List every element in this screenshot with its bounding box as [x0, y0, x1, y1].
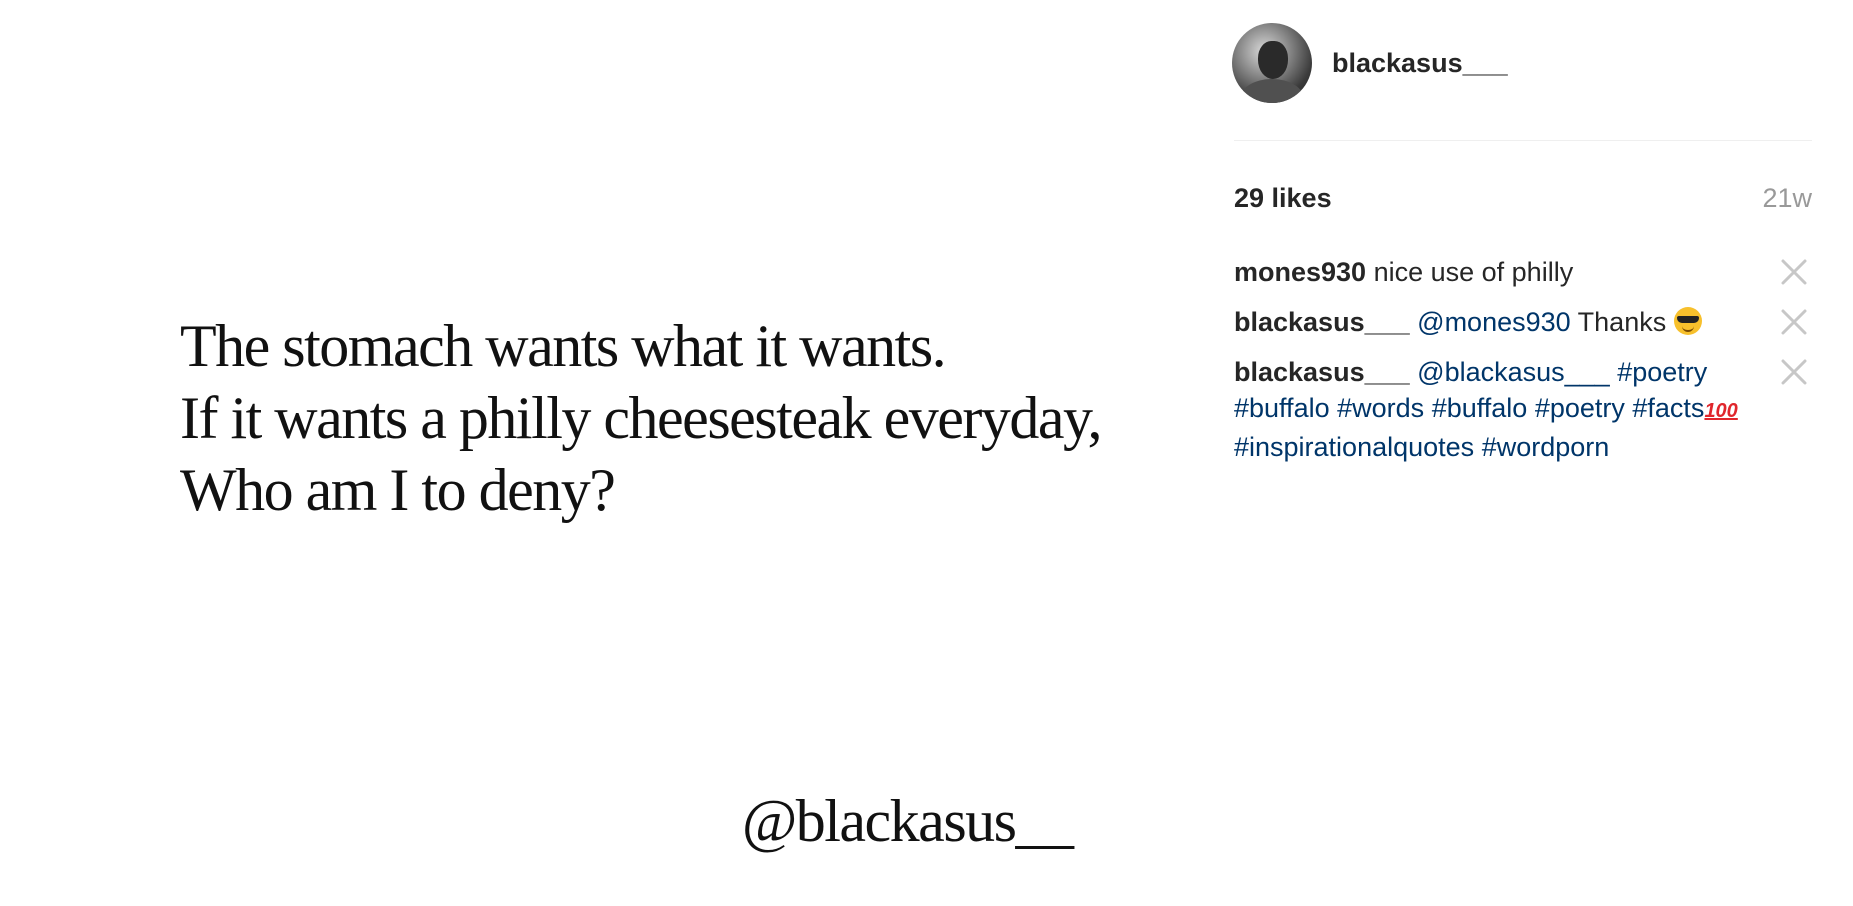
quote-line-2: If it wants a philly cheesesteak everyda…: [180, 385, 1103, 451]
post-sidebar: blackasus___ 29 likes 21w mones930 nice …: [1232, 0, 1812, 906]
hashtag-link[interactable]: #inspirationalquotes: [1234, 432, 1474, 462]
avatar-face: [1258, 41, 1288, 79]
hundred-points-emoji-icon: 100: [1704, 400, 1738, 422]
hashtag-link[interactable]: #buffalo: [1432, 393, 1528, 423]
avatar[interactable]: [1232, 23, 1312, 103]
quote-line-1: The stomach wants what it wants.: [180, 313, 947, 379]
likes-row: 29 likes 21w: [1234, 180, 1812, 216]
comment-list: mones930 nice use of philly blackasus___…: [1234, 254, 1812, 479]
hashtag-link[interactable]: #buffalo: [1234, 393, 1330, 423]
delete-comment-icon[interactable]: [1778, 306, 1810, 338]
comment-mention[interactable]: @mones930: [1417, 307, 1571, 337]
comment-mention[interactable]: @blackasus___: [1417, 357, 1610, 387]
post-image: The stomach wants what it wants. If it w…: [0, 0, 1210, 906]
comment-author[interactable]: blackasus___: [1234, 357, 1410, 387]
comment-item: mones930 nice use of philly: [1234, 254, 1812, 290]
image-watermark: @blackasus__: [742, 788, 1074, 854]
likes-count[interactable]: 29 likes: [1234, 183, 1332, 214]
hashtag-link[interactable]: #poetry: [1617, 357, 1707, 387]
hashtag-link[interactable]: #words: [1337, 393, 1424, 423]
hashtag-link[interactable]: #facts: [1632, 393, 1704, 423]
comment-text: nice use of philly: [1366, 257, 1574, 287]
delete-comment-icon[interactable]: [1778, 256, 1810, 288]
sunglasses-emoji-icon: [1673, 307, 1702, 335]
avatar-shoulders: [1240, 79, 1304, 103]
header-divider: [1234, 140, 1812, 141]
comment-item: blackasus___ @mones930 Thanks: [1234, 304, 1812, 340]
comment-author[interactable]: blackasus___: [1234, 307, 1410, 337]
comment-item: blackasus___ @blackasus___ #poetry #buff…: [1234, 354, 1812, 465]
comment-author[interactable]: mones930: [1234, 257, 1366, 287]
comment-text: Thanks: [1570, 307, 1674, 337]
quote-line-3: Who am I to deny?: [180, 457, 616, 523]
quote-text: The stomach wants what it wants. If it w…: [180, 310, 1103, 526]
delete-comment-icon[interactable]: [1778, 356, 1810, 388]
post-timestamp[interactable]: 21w: [1762, 183, 1812, 214]
hashtag-link[interactable]: #wordporn: [1482, 432, 1610, 462]
hashtag-link[interactable]: #poetry: [1535, 393, 1625, 423]
header-username[interactable]: blackasus___: [1332, 48, 1508, 79]
post-header: blackasus___: [1232, 22, 1812, 104]
